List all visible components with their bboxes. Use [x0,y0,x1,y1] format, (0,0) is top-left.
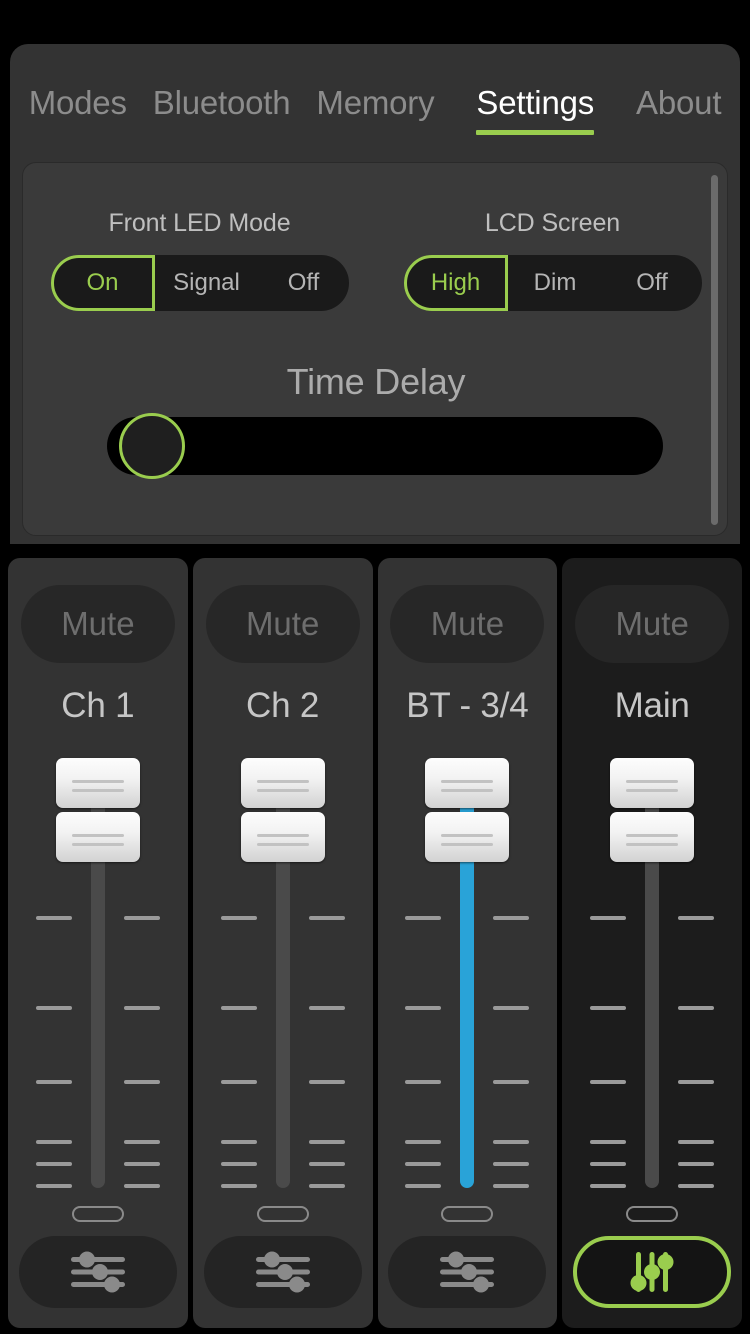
mute-button-ch1[interactable]: Mute [20,585,175,663]
channel-name-bt: BT - 3/4 [406,686,529,725]
tab-memory[interactable]: Memory [303,84,447,122]
tab-memory-label: Memory [316,84,435,121]
tab-bluetooth-label: Bluetooth [152,84,291,121]
tab-about-label: About [636,84,722,121]
fader-handle-ch1[interactable] [55,758,140,862]
front-led-off-label: Off [287,269,320,296]
mute-button-main[interactable]: Mute [575,585,730,663]
lcd-off-label: Off [636,269,668,296]
horizontal-sliders-icon [440,1251,495,1293]
channel-indicator-pill-main [626,1206,679,1222]
horizontal-sliders-icon [70,1251,125,1293]
channel-name-ch1: Ch 1 [61,686,135,725]
channel-name-ch2: Ch 2 [246,686,320,725]
channel-indicator-pill-ch1 [71,1206,124,1222]
mute-label-ch1: Mute [61,605,135,642]
channel-name-main: Main [614,686,690,725]
lcd-screen-option-dim[interactable]: Dim [508,255,603,311]
tab-bluetooth[interactable]: Bluetooth [140,84,304,122]
vertical-sliders-icon [630,1252,674,1292]
front-led-mode-option-signal[interactable]: Signal [155,255,259,311]
segmented-controls-row: Front LED Mode On Signal Off LCD Screen … [23,209,727,311]
channel-strip-bt: Mute BT - 3/4 [377,558,558,1328]
front-led-signal-label: Signal [173,269,240,296]
fader-handle-ch2[interactable] [240,758,325,862]
eq-button-main[interactable] [573,1236,732,1308]
eq-button-bt[interactable] [388,1236,547,1308]
fader-bt[interactable] [397,758,537,1198]
horizontal-sliders-icon [255,1251,310,1293]
fader-ch1[interactable] [28,758,168,1198]
front-led-mode-label: Front LED Mode [108,209,291,237]
time-delay-title: Time Delay [286,361,466,402]
front-led-mode-segmented: On Signal Off [50,255,349,311]
channel-indicator-pill-ch2 [256,1206,309,1222]
fader-main[interactable] [582,758,722,1198]
time-delay-slider[interactable] [107,413,663,479]
lcd-screen-segmented: High Dim Off [403,255,702,311]
mute-label-bt: Mute [430,605,505,642]
mixer-app-screen: Modes Bluetooth Memory Settings About Fr… [0,0,750,1334]
tab-about[interactable]: About [623,84,734,122]
tab-settings[interactable]: Settings [463,84,607,135]
mute-button-bt[interactable]: Mute [390,585,545,663]
front-led-mode-option-on[interactable]: On [50,255,155,311]
mute-label-ch2: Mute [245,605,320,642]
time-delay-slider-knob[interactable] [119,413,185,479]
settings-panel: Modes Bluetooth Memory Settings About Fr… [10,44,740,544]
tab-bar: Modes Bluetooth Memory Settings About [10,44,740,162]
channel-indicator-pill-bt [441,1206,494,1222]
fader-handle-main[interactable] [610,758,695,862]
front-led-mode-option-off[interactable]: Off [259,255,349,311]
tab-modes[interactable]: Modes [16,84,140,122]
settings-scroll-card: Front LED Mode On Signal Off LCD Screen … [22,162,728,536]
lcd-screen-label: LCD Screen [484,209,621,237]
lcd-dim-label: Dim [533,269,577,296]
front-led-on-label: On [86,269,119,296]
channel-strip-ch2: Mute Ch 2 [192,558,373,1328]
fader-ch2[interactable] [213,758,353,1198]
mute-label-main: Mute [615,605,689,642]
lcd-screen-option-high[interactable]: High [403,255,508,311]
eq-button-ch1[interactable] [18,1236,177,1308]
lcd-screen-group: LCD Screen High Dim Off [376,209,727,311]
lcd-high-label: High [430,269,481,296]
eq-button-ch2[interactable] [203,1236,362,1308]
fader-handle-bt[interactable] [425,758,510,862]
front-led-mode-group: Front LED Mode On Signal Off [23,209,376,311]
channel-strip-main: Mute Main [562,558,742,1328]
mute-button-ch2[interactable]: Mute [205,585,360,663]
lcd-screen-option-off[interactable]: Off [603,255,702,311]
tab-modes-label: Modes [28,84,127,121]
tab-settings-label: Settings [476,84,595,121]
channel-strips: Mute Ch 1 Mute Ch 2 Mute BT - 3/4 Mute M… [0,558,750,1328]
channel-strip-ch1: Mute Ch 1 [8,558,188,1328]
